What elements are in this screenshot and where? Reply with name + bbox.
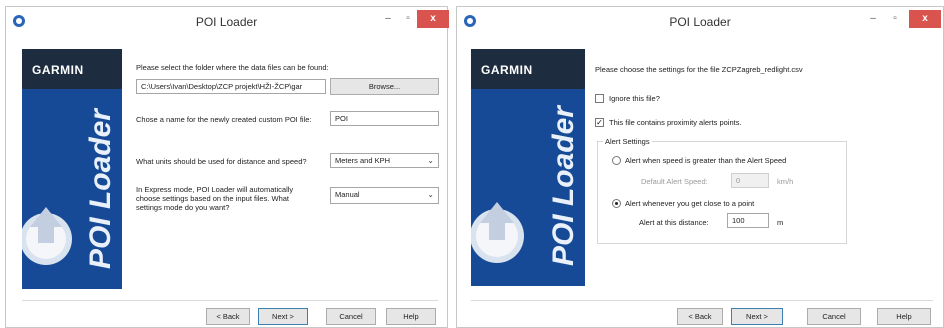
poi-loader-window-file-settings: POI Loader – ▫ x GARMIN POI Loader Pleas… bbox=[456, 6, 944, 328]
proximity-alerts-checkbox[interactable]: ✓ bbox=[595, 118, 604, 127]
settings-mode-select[interactable]: Manual ⌄ bbox=[330, 187, 439, 204]
sidebar-vertical-title: POI Loader bbox=[547, 105, 580, 266]
title-bar[interactable]: POI Loader – ▫ x bbox=[6, 7, 449, 37]
garmin-sidebar: GARMIN POI Loader bbox=[22, 49, 122, 289]
next-button[interactable]: Next > bbox=[731, 308, 783, 325]
ignore-file-label: Ignore this file? bbox=[609, 94, 660, 103]
name-prompt: Chose a name for the newly created custo… bbox=[136, 115, 312, 124]
close-icon[interactable]: x bbox=[417, 10, 449, 28]
alert-speed-label: Alert when speed is greater than the Ale… bbox=[625, 156, 787, 165]
close-icon[interactable]: x bbox=[909, 10, 941, 28]
file-settings-prompt: Please choose the settings for the file … bbox=[595, 65, 803, 74]
chevron-down-icon: ⌄ bbox=[427, 190, 434, 199]
alert-distance-label: Alert whenever you get close to a point bbox=[625, 199, 755, 208]
ignore-file-checkbox[interactable] bbox=[595, 94, 604, 103]
back-button[interactable]: < Back bbox=[206, 308, 250, 325]
next-button[interactable]: Next > bbox=[258, 308, 308, 325]
cancel-button[interactable]: Cancel bbox=[807, 308, 861, 325]
default-speed-input[interactable]: 0 bbox=[731, 173, 769, 188]
alert-distance-radio[interactable] bbox=[612, 199, 621, 208]
folder-path-field[interactable]: C:\Users\Ivan\Desktop\ZCP projekt\HŽI-ŽC… bbox=[136, 79, 326, 94]
folder-prompt: Please select the folder where the data … bbox=[136, 63, 329, 72]
mode-prompt: In Express mode, POI Loader will automat… bbox=[136, 185, 294, 212]
footer-separator bbox=[471, 300, 933, 301]
default-speed-label: Default Alert Speed: bbox=[641, 177, 708, 186]
alert-settings-title: Alert Settings bbox=[603, 137, 652, 146]
globe-arrow-icon bbox=[22, 207, 72, 265]
units-prompt: What units should be used for distance a… bbox=[136, 157, 307, 166]
garmin-logo-band: GARMIN bbox=[471, 49, 585, 89]
distance-unit: m bbox=[777, 218, 784, 227]
poi-file-name-input[interactable]: POI bbox=[330, 111, 439, 126]
minimize-icon[interactable]: – bbox=[863, 10, 883, 28]
maximize-icon[interactable]: ▫ bbox=[885, 10, 905, 28]
garmin-logo: GARMIN bbox=[32, 63, 84, 77]
sidebar-vertical-title: POI Loader bbox=[84, 108, 117, 269]
globe-arrow-icon bbox=[471, 202, 524, 263]
chevron-down-icon: ⌄ bbox=[427, 156, 434, 165]
alert-distance-input[interactable]: 100 bbox=[727, 213, 769, 228]
back-button[interactable]: < Back bbox=[677, 308, 723, 325]
garmin-logo: GARMIN bbox=[481, 63, 533, 77]
settings-mode-select-value: Manual bbox=[335, 190, 360, 199]
poi-loader-window-folder: POI Loader – ▫ x GARMIN POI Loader Pleas… bbox=[5, 6, 449, 328]
footer-separator bbox=[22, 300, 438, 301]
distance-label: Alert at this distance: bbox=[639, 218, 709, 227]
browse-button[interactable]: Browse... bbox=[330, 78, 439, 95]
proximity-alerts-label: This file contains proximity alerts poin… bbox=[609, 118, 742, 127]
help-button[interactable]: Help bbox=[386, 308, 436, 325]
maximize-icon[interactable]: ▫ bbox=[398, 10, 418, 28]
cancel-button[interactable]: Cancel bbox=[326, 308, 376, 325]
help-button[interactable]: Help bbox=[877, 308, 931, 325]
minimize-icon[interactable]: – bbox=[378, 10, 398, 28]
units-select-value: Meters and KPH bbox=[335, 156, 391, 165]
speed-unit: km/h bbox=[777, 177, 794, 186]
garmin-sidebar: GARMIN POI Loader bbox=[471, 49, 585, 286]
garmin-logo-band: GARMIN bbox=[22, 49, 122, 89]
alert-speed-radio[interactable] bbox=[612, 156, 621, 165]
title-bar[interactable]: POI Loader – ▫ x bbox=[457, 7, 943, 37]
units-select[interactable]: Meters and KPH ⌄ bbox=[330, 153, 439, 168]
